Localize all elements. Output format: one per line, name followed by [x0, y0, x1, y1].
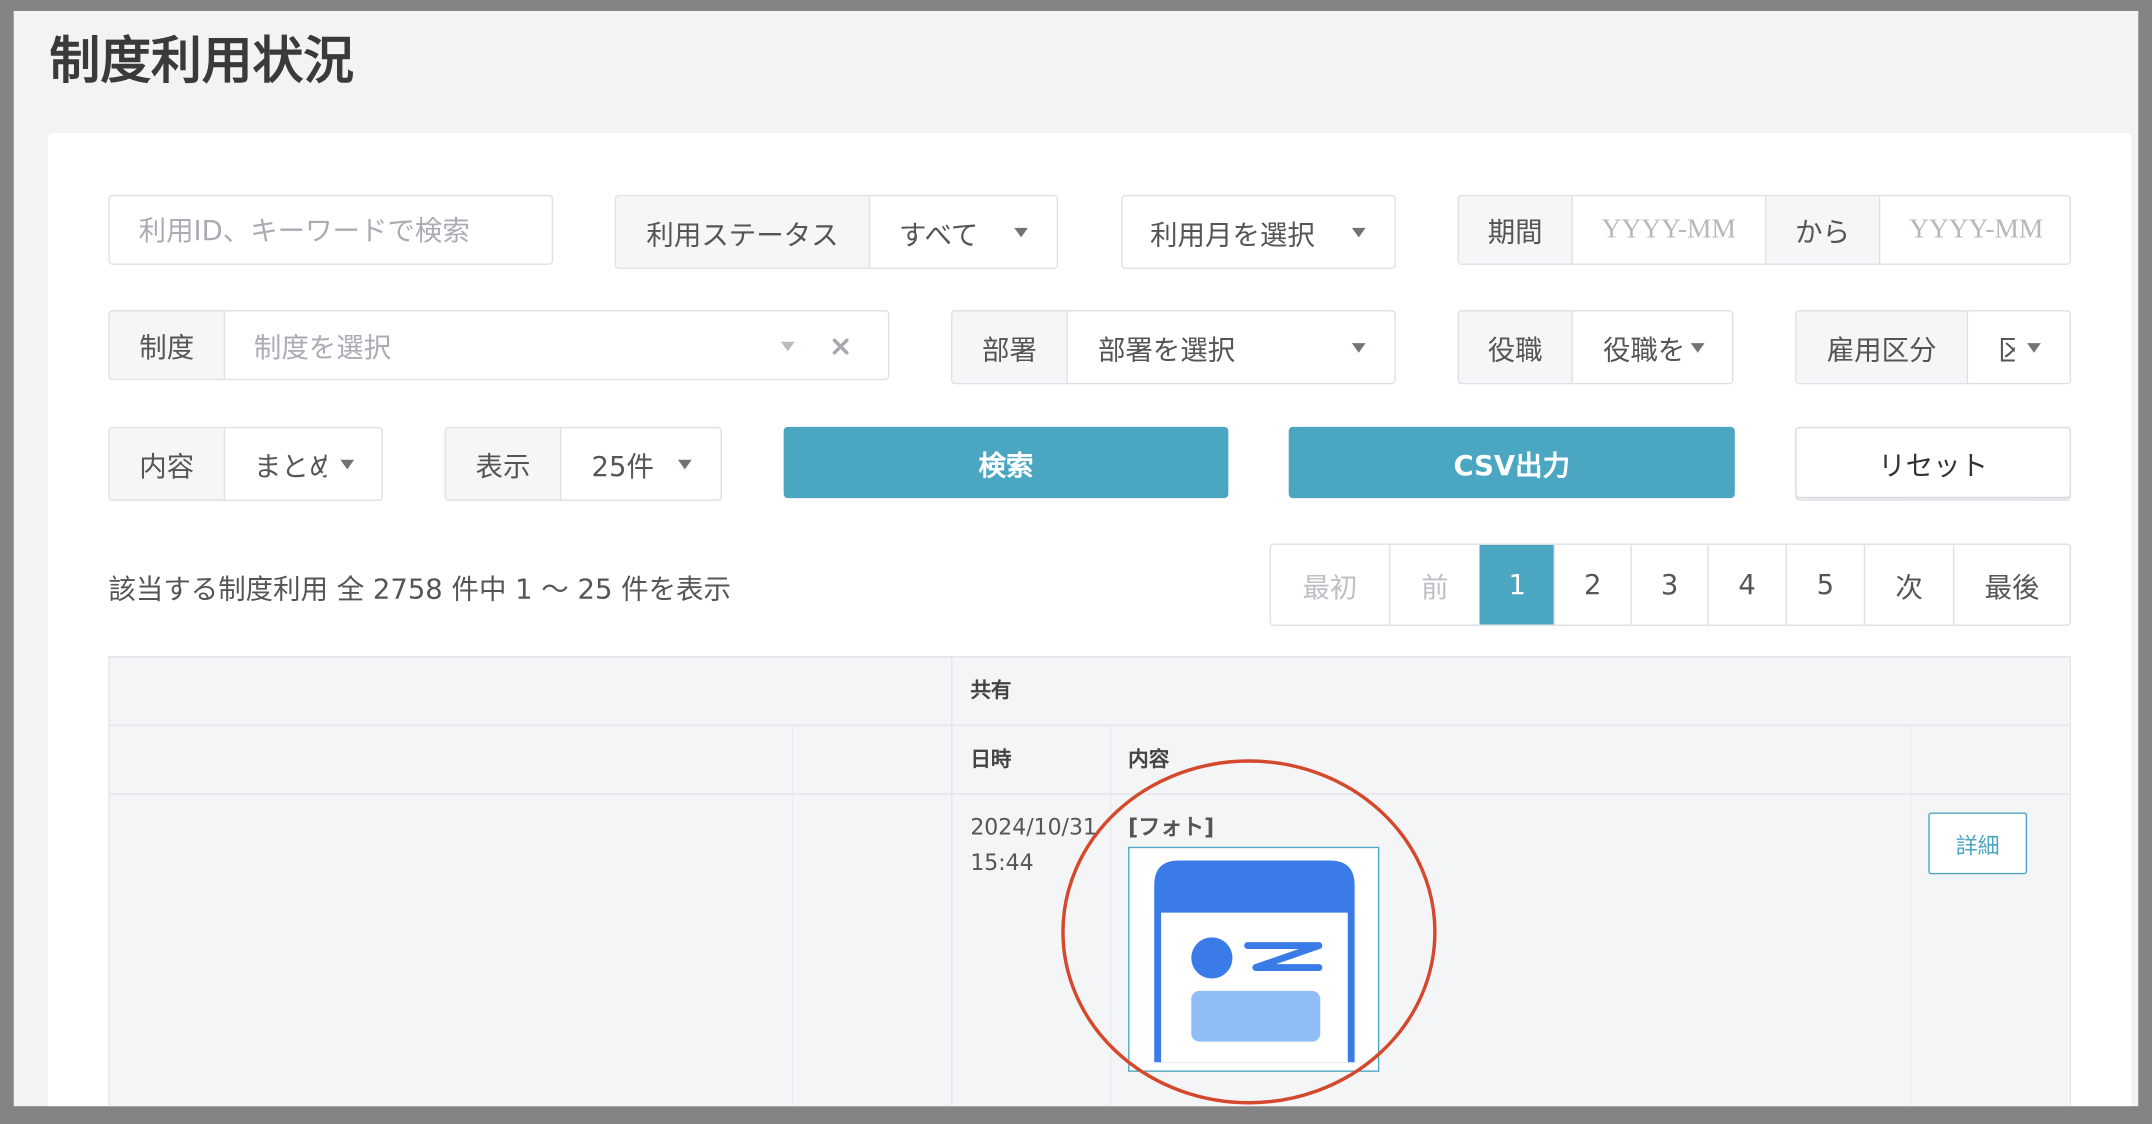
pagination-last[interactable]: 最後: [1952, 544, 2070, 625]
period-from-input[interactable]: [1572, 196, 1765, 264]
period-label: 期間: [1458, 196, 1573, 264]
row-date: 2024/10/31: [970, 813, 1097, 840]
content-filter[interactable]: 内容 まとめ: [108, 426, 383, 501]
program-filter-label: 制度: [109, 311, 226, 379]
employment-type-value: 区: [1998, 327, 2014, 367]
photo-thumbnail[interactable]: [1128, 846, 1380, 1072]
period-to-input[interactable]: [1880, 196, 2070, 264]
result-summary: 該当する制度利用 全 2758 件中 1 〜 25 件を表示: [108, 572, 731, 606]
status-filter[interactable]: 利用ステータス すべて: [614, 194, 1059, 269]
pagination: 最初 前 1 2 3 4 5 次 最後: [1269, 543, 2072, 626]
photo-image: [1154, 860, 1355, 1063]
pagination-page-1[interactable]: 1: [1479, 544, 1554, 625]
position-filter-label: 役職: [1458, 311, 1573, 383]
period-to-wrap[interactable]: [1880, 196, 2070, 264]
usage-table: [108, 656, 2072, 1107]
employment-type-select[interactable]: 区: [1968, 312, 2014, 383]
keyword-search-input[interactable]: [109, 196, 552, 264]
caret-down-icon: [1351, 227, 1366, 238]
keyword-search-field[interactable]: [108, 194, 554, 265]
caret-down-icon: [2027, 343, 2041, 353]
month-select-box[interactable]: 利用月を選択: [1123, 196, 1343, 267]
program-select[interactable]: 制度を選択: [225, 312, 747, 379]
reset-button[interactable]: リセット: [1795, 426, 2072, 499]
screen: 制度利用状況 利用ステータス すべて 利用月を選択 期間 から 制度 制度を選択: [0, 0, 2152, 1124]
table-column-content: 内容: [1128, 746, 1170, 772]
period-from-wrap[interactable]: [1572, 196, 1767, 264]
detail-button[interactable]: 詳細: [1928, 812, 2028, 875]
employment-type-label: 雇用区分: [1796, 311, 1969, 383]
row-content-type: [フォト]: [1128, 813, 1215, 840]
table-column-datetime: 日時: [970, 746, 1012, 772]
content-select-value: まとめ: [253, 449, 327, 483]
close-icon[interactable]: [832, 338, 850, 356]
table-column-divider: [1110, 725, 1112, 1107]
display-count-value: 25件: [591, 449, 654, 483]
display-count-label: 表示: [446, 428, 562, 500]
content-select[interactable]: まとめ: [225, 428, 328, 499]
position-select-value: 役職を: [1603, 332, 1683, 366]
pagination-page-3[interactable]: 3: [1630, 544, 1707, 625]
period-filter[interactable]: 期間 から: [1457, 194, 2072, 265]
month-select-value: 利用月を選択: [1150, 217, 1315, 251]
department-select[interactable]: 部署を選択: [1068, 312, 1342, 383]
caret-down-icon: [677, 459, 692, 470]
status-select[interactable]: すべて: [870, 196, 1021, 267]
status-filter-label: 利用ステータス: [616, 196, 871, 268]
department-select-value: 部署を選択: [1097, 332, 1236, 366]
position-select[interactable]: 役職を: [1573, 312, 1683, 383]
table-column-divider: [1910, 725, 1912, 1107]
caret-down-icon: [1351, 343, 1366, 353]
position-filter[interactable]: 役職 役職を: [1457, 310, 1734, 385]
pagination-next[interactable]: 次: [1863, 544, 1953, 625]
page-title: 制度利用状況: [49, 31, 355, 91]
department-filter-label: 部署: [952, 311, 1068, 383]
pagination-page-4[interactable]: 4: [1707, 544, 1785, 625]
pagination-first[interactable]: 最初: [1271, 545, 1389, 625]
caret-down-icon: [780, 341, 795, 351]
program-filter[interactable]: 制度 制度を選択: [108, 310, 890, 381]
display-count-select[interactable]: 25件: [561, 428, 671, 499]
row-time: 15:44: [970, 849, 1034, 876]
month-select[interactable]: 利用月を選択: [1121, 194, 1396, 269]
caret-down-icon: [340, 459, 355, 470]
period-separator: から: [1766, 196, 1881, 264]
table-header-divider: [109, 724, 2070, 726]
caret-down-icon: [1014, 227, 1028, 238]
program-select-placeholder: 制度を選択: [253, 330, 392, 364]
employment-type-filter[interactable]: 雇用区分 区: [1795, 310, 2072, 385]
table-column-divider: [951, 657, 953, 1107]
display-count-filter[interactable]: 表示 25件: [444, 426, 722, 501]
pagination-prev[interactable]: 前: [1388, 544, 1480, 625]
table-group-header-shared: 共有: [970, 677, 1012, 703]
table-header-divider: [109, 793, 2070, 795]
content-filter-label: 内容: [109, 428, 226, 500]
pagination-page-2[interactable]: 2: [1553, 544, 1631, 625]
department-filter[interactable]: 部署 部署を選択: [951, 310, 1396, 385]
table-column-divider: [791, 725, 794, 1107]
search-button[interactable]: 検索: [783, 426, 1229, 499]
status-select-value: すべて: [898, 217, 979, 251]
pagination-page-5[interactable]: 5: [1785, 544, 1864, 625]
caret-down-icon: [1690, 343, 1705, 353]
csv-export-button[interactable]: CSV出力: [1288, 426, 1735, 499]
